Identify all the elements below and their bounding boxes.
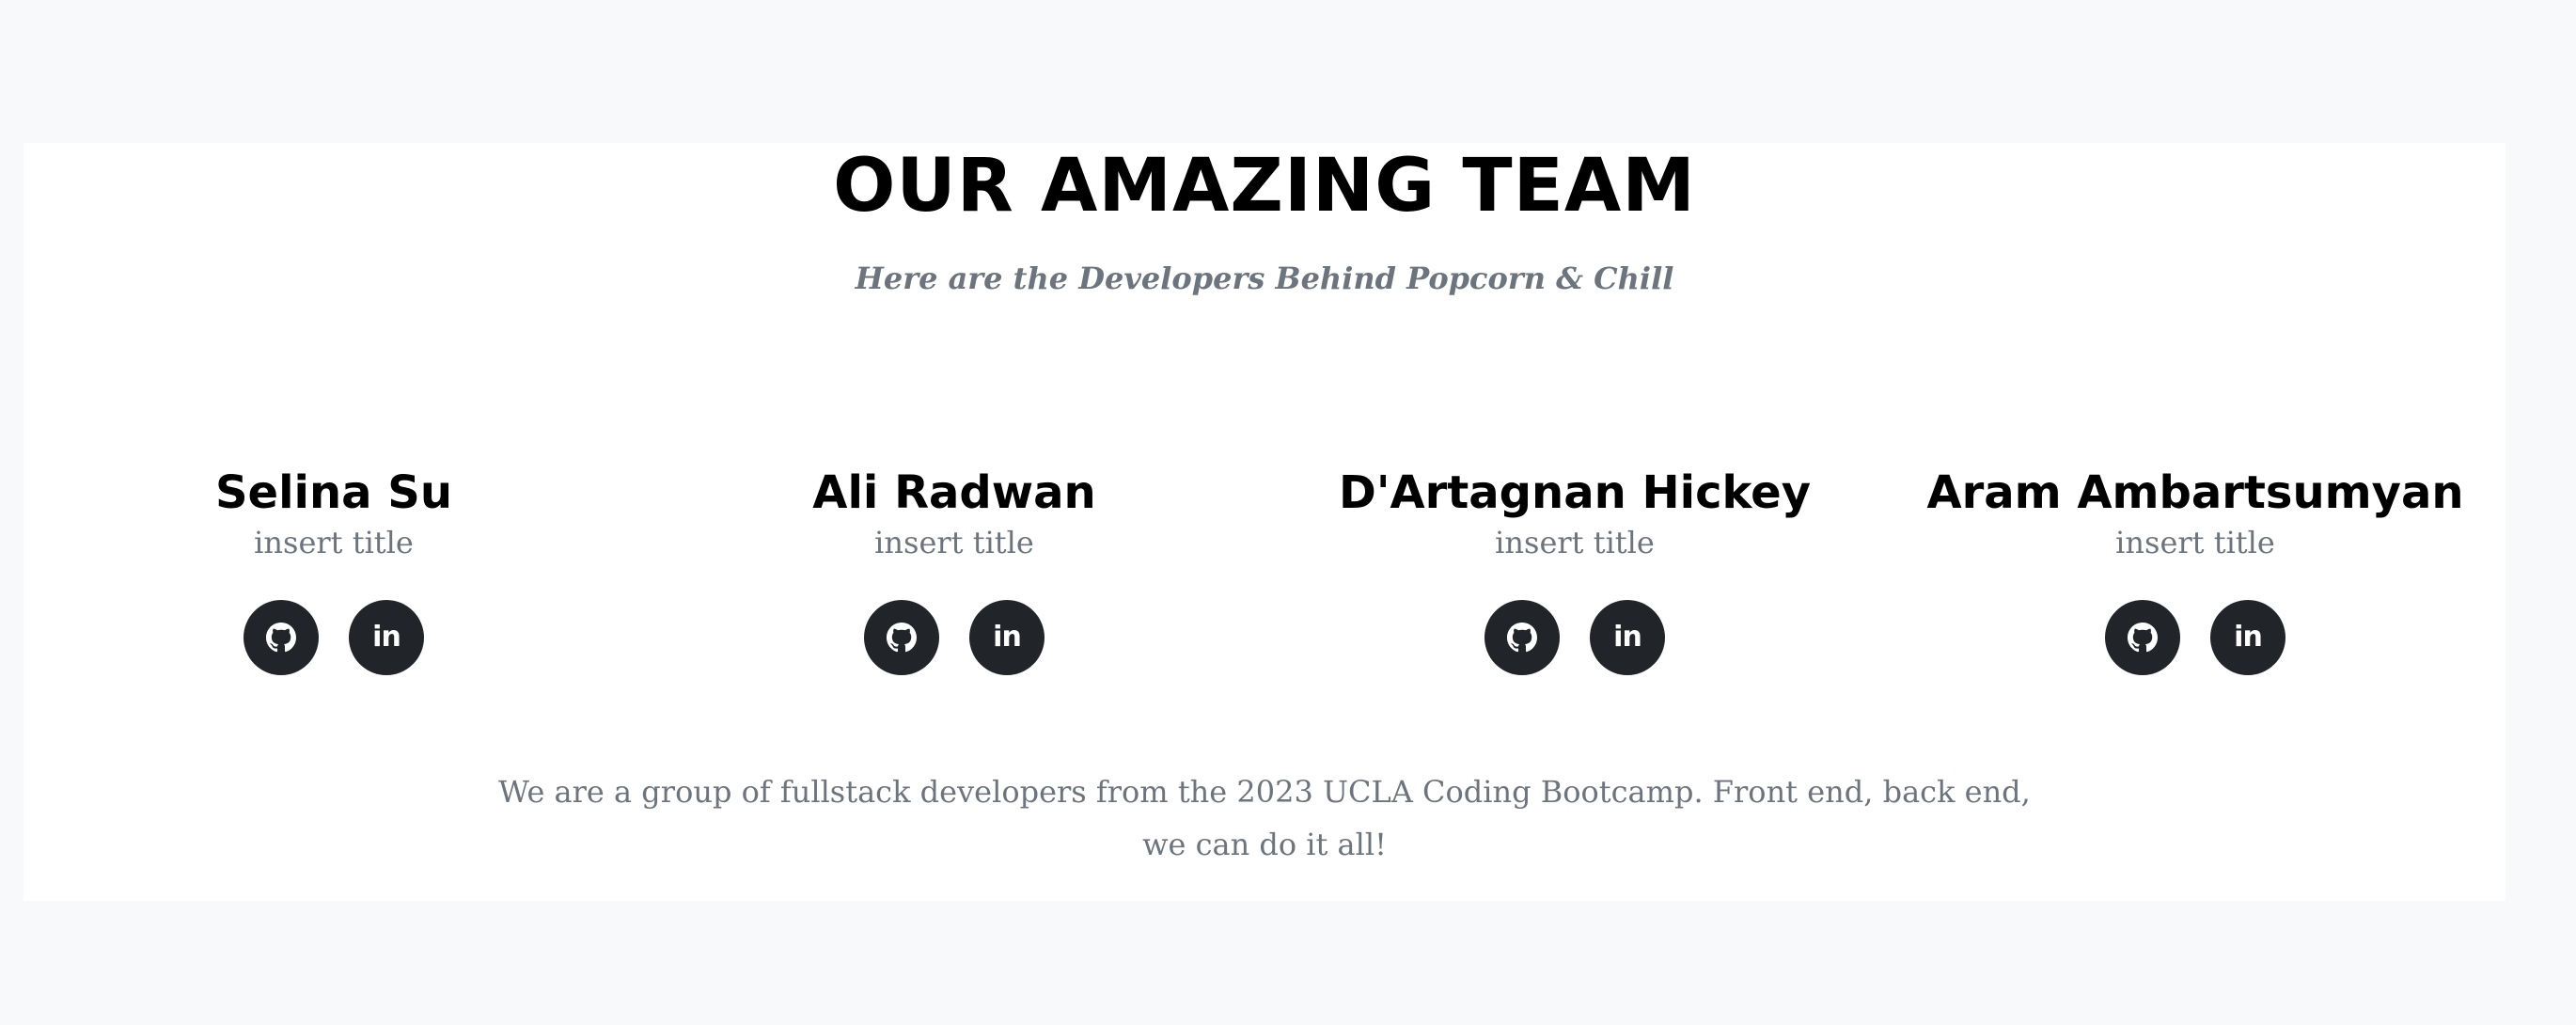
social-links: in <box>1264 600 1885 675</box>
linkedin-icon: in <box>993 621 1022 654</box>
github-icon <box>887 623 917 653</box>
member-name: Selina Su <box>214 466 453 519</box>
linkedin-button[interactable]: in <box>969 600 1045 675</box>
github-icon <box>266 623 296 653</box>
github-icon <box>2128 623 2158 653</box>
team-members: Selina Su insert title in Ali Radwan ins… <box>24 463 2505 688</box>
social-links: in <box>1885 600 2505 675</box>
member-name: Ali Radwan <box>812 466 1096 519</box>
linkedin-icon: in <box>1613 621 1642 654</box>
member-title: insert title <box>1495 525 1655 560</box>
section-subheading: Here are the Developers Behind Popcorn &… <box>855 260 1674 296</box>
team-member-card: Ali Radwan insert title in <box>644 463 1264 675</box>
linkedin-icon: in <box>2234 621 2263 654</box>
github-button[interactable] <box>1484 600 1560 675</box>
section-heading: OUR AMAZING TEAM <box>833 144 1696 229</box>
github-button[interactable] <box>864 600 939 675</box>
linkedin-button[interactable]: in <box>2210 600 2285 675</box>
team-member-card: Selina Su insert title in <box>24 463 644 675</box>
team-section: OUR AMAZING TEAM Here are the Developers… <box>24 143 2505 901</box>
linkedin-button[interactable]: in <box>1590 600 1665 675</box>
member-title: insert title <box>254 525 414 560</box>
linkedin-icon: in <box>372 621 401 654</box>
social-links: in <box>24 600 644 675</box>
team-member-card: D'Artagnan Hickey insert title in <box>1264 463 1885 675</box>
social-links: in <box>644 600 1264 675</box>
github-button[interactable] <box>2105 600 2180 675</box>
team-member-card: Aram Ambartsumyan insert title in <box>1885 463 2505 675</box>
linkedin-button[interactable]: in <box>349 600 424 675</box>
member-title: insert title <box>2115 525 2275 560</box>
team-description: We are a group of fullstack developers f… <box>498 774 2031 862</box>
member-name: Aram Ambartsumyan <box>1926 466 2464 519</box>
member-title: insert title <box>874 525 1034 560</box>
github-button[interactable] <box>243 600 319 675</box>
member-name: D'Artagnan Hickey <box>1338 466 1812 519</box>
github-icon <box>1507 623 1537 653</box>
